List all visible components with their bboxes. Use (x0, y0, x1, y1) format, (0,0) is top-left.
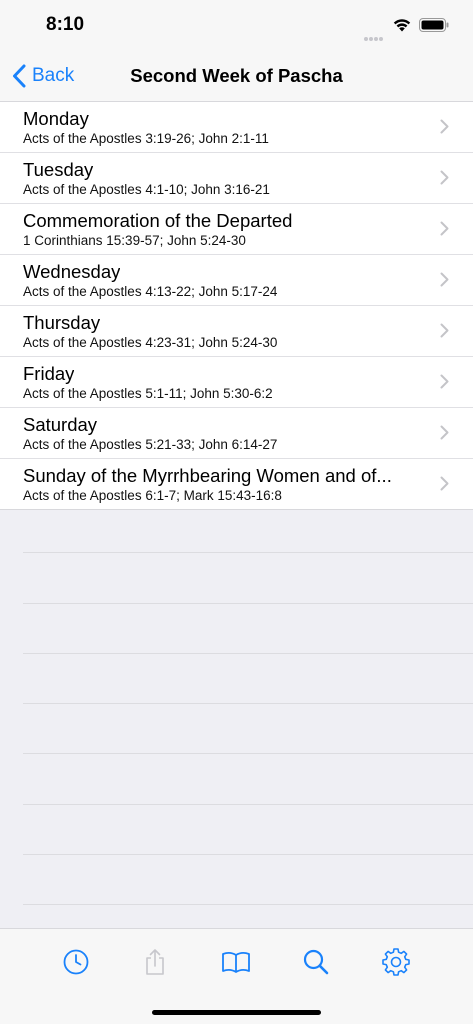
list-item-title: Wednesday (23, 261, 121, 282)
divider (23, 552, 473, 553)
divider (23, 753, 473, 754)
chevron-right-icon (440, 425, 449, 440)
list-item-title: Friday (23, 363, 75, 384)
list-item-title: Monday (23, 108, 89, 129)
list-item[interactable]: Tuesday Acts of the Apostles 4:1-10; Joh… (0, 153, 473, 204)
list-item-subtitle: Acts of the Apostles 6:1-7; Mark 15:43-1… (23, 488, 282, 503)
divider (23, 804, 473, 805)
divider (23, 854, 473, 855)
navigation-bar: Second Week of Pascha Back (0, 50, 473, 102)
search-icon[interactable] (301, 947, 331, 977)
clock-icon[interactable] (61, 947, 91, 977)
list-item-title: Tuesday (23, 159, 94, 180)
list-item[interactable]: Wednesday Acts of the Apostles 4:13-22; … (0, 255, 473, 306)
list-item-title: Thursday (23, 312, 101, 333)
list-item-subtitle: Acts of the Apostles 4:1-10; John 3:16-2… (23, 182, 270, 197)
divider (23, 703, 473, 704)
back-button[interactable]: Back (12, 62, 74, 90)
share-icon[interactable] (140, 947, 170, 977)
gear-icon[interactable] (381, 947, 411, 977)
list-item[interactable]: Commemoration of the Departed 1 Corinthi… (0, 204, 473, 255)
chevron-left-icon (13, 64, 26, 88)
chevron-right-icon (440, 476, 449, 491)
list-item-title: Sunday of the Myrrhbearing Women and of.… (23, 465, 392, 486)
chevron-right-icon (440, 272, 449, 287)
back-button-label: Back (32, 65, 75, 86)
empty-table-area (0, 503, 473, 928)
chevron-right-icon (440, 170, 449, 185)
list-item-subtitle: Acts of the Apostles 4:23-31; John 5:24-… (23, 335, 278, 350)
divider (23, 603, 473, 604)
chevron-right-icon (440, 221, 449, 236)
list-item[interactable]: Thursday Acts of the Apostles 4:23-31; J… (0, 306, 473, 357)
list-item-subtitle: 1 Corinthians 15:39-57; John 5:24-30 (23, 233, 246, 248)
screen: 8:10 Second Week of Pascha Back Monday A… (0, 0, 473, 1024)
readings-list: Monday Acts of the Apostles 3:19-26; Joh… (0, 102, 473, 510)
list-item[interactable]: Saturday Acts of the Apostles 5:21-33; J… (0, 408, 473, 459)
chevron-right-icon (440, 374, 449, 389)
list-item-subtitle: Acts of the Apostles 3:19-26; John 2:1-1… (23, 131, 269, 146)
list-item-subtitle: Acts of the Apostles 4:13-22; John 5:17-… (23, 284, 278, 299)
tab-bar (0, 928, 473, 1024)
status-time: 8:10 (46, 14, 85, 35)
wifi-icon (393, 19, 411, 32)
home-indicator (152, 1010, 321, 1015)
divider (23, 904, 473, 905)
chevron-right-icon (440, 119, 449, 134)
list-item-title: Saturday (23, 414, 98, 435)
book-icon[interactable] (221, 947, 251, 977)
list-item-title: Commemoration of the Departed (23, 210, 293, 231)
list-item[interactable]: Monday Acts of the Apostles 3:19-26; Joh… (0, 102, 473, 153)
chevron-right-icon (440, 323, 449, 338)
signal-dots-icon (364, 28, 386, 41)
list-item-subtitle: Acts of the Apostles 5:1-11; John 5:30-6… (23, 386, 273, 401)
battery-icon (419, 18, 449, 32)
divider (23, 653, 473, 654)
list-item-subtitle: Acts of the Apostles 5:21-33; John 6:14-… (23, 437, 278, 452)
status-bar: 8:10 (0, 0, 473, 50)
list-item[interactable]: Friday Acts of the Apostles 5:1-11; John… (0, 357, 473, 408)
